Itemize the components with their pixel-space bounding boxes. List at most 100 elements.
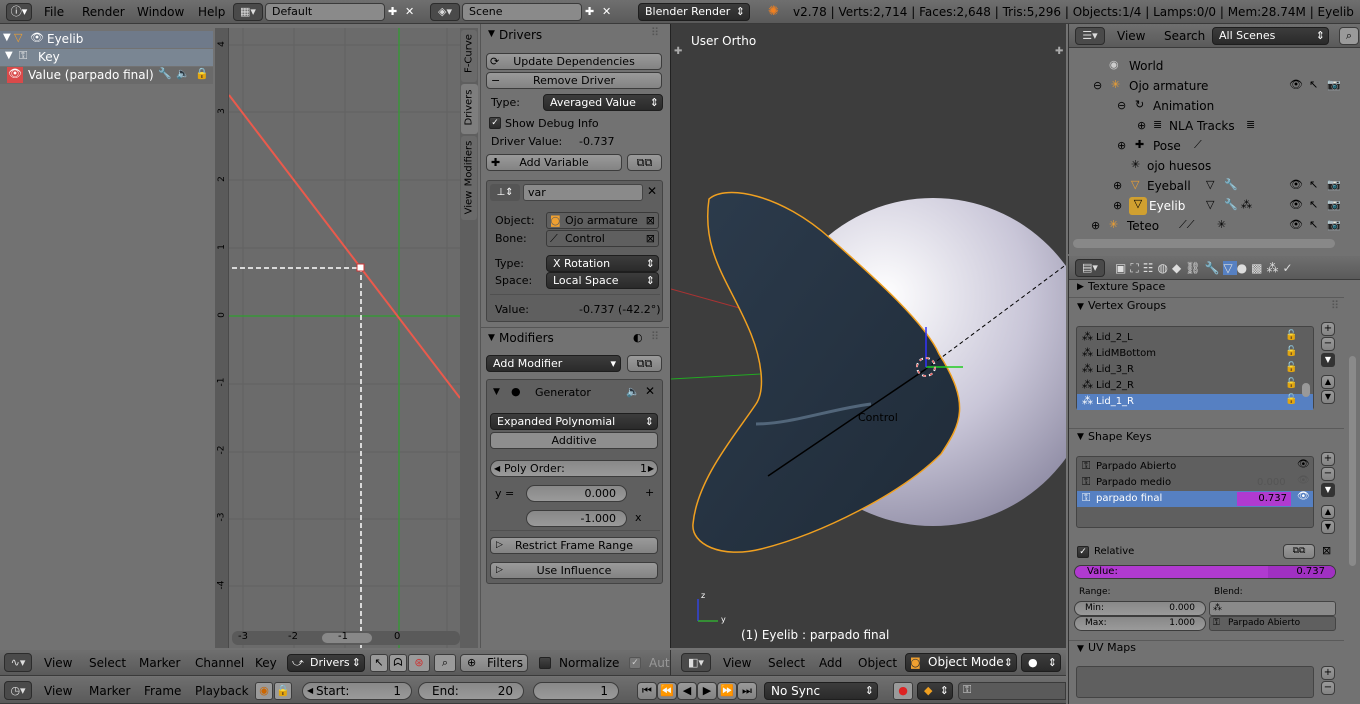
plus-corner-icon[interactable]: ✚ (674, 46, 682, 57)
list-item[interactable]: ⁂ Lid_3_R 🔓 (1077, 362, 1313, 378)
close-icon[interactable]: ✕ (647, 184, 657, 198)
driver-type-dropdown[interactable]: Averaged Value ⇕ (543, 94, 663, 111)
expand-icon[interactable]: ▼ (5, 50, 13, 61)
channel-value[interactable]: 👁 Value (parpado final) 🔧 🔈 🔒 (0, 67, 213, 84)
timeline-menu-view[interactable]: View (44, 684, 72, 698)
collapse-icon[interactable]: ▼ (1077, 432, 1084, 442)
visibility-eye-icon[interactable]: 👁 (7, 67, 23, 83)
mute-speaker-icon[interactable]: 🔈 (176, 67, 190, 80)
restrict-frame-range-button[interactable]: ▷ Restrict Frame Range (490, 537, 658, 554)
camera-icon[interactable]: 📷 (1327, 78, 1341, 91)
scene-icon[interactable]: ◈▾ (430, 3, 460, 21)
list-item-selected[interactable]: ⁂ Lid_1_R 🔓 (1077, 394, 1313, 410)
blend-shape-field[interactable]: ⚿ Parpado Abierto (1209, 616, 1336, 631)
eye-icon[interactable]: 👁 (1297, 459, 1310, 470)
mode-dropdown[interactable]: ◙ Object Mode ⇕ (905, 653, 1017, 672)
viewport-menu-add[interactable]: Add (819, 656, 842, 670)
outliner-row-selected[interactable]: ⊕ ▽ Eyelib ▽ 🔧 ⁂ 👁 ↖ 📷 (1069, 197, 1354, 217)
var-type-icon[interactable]: ⊥⇕ (490, 184, 520, 201)
shape-key-value-field[interactable]: 0.737 (1237, 492, 1291, 506)
prev-keyframe-icon[interactable]: ⏪ (657, 682, 677, 700)
jump-end-icon[interactable]: ⏭ (737, 682, 757, 700)
lock-icon[interactable]: 🔓 (1285, 394, 1297, 405)
outliner-row[interactable]: ⊕ ▽ Eyeball ▽ 🔧 👁 ↖ 📷 (1069, 177, 1354, 197)
viewport-scene[interactable]: z y (671, 24, 1066, 648)
graph-menu-select[interactable]: Select (89, 656, 126, 670)
list-item[interactable]: ⁂ Lid_2_L 🔓 (1077, 330, 1313, 346)
collapse-icon[interactable]: ▼ (493, 387, 500, 397)
plus-corner-icon[interactable]: ✚ (1055, 46, 1063, 57)
outliner-row[interactable]: ⊖ ↻ Animation (1069, 97, 1354, 117)
graph-editor-icon[interactable]: ∿▾ (4, 653, 32, 672)
expand-icon[interactable]: ▶ (1077, 282, 1084, 292)
render-icon[interactable]: ▣ (1115, 261, 1130, 275)
lock-icon[interactable]: 🔓 (1285, 346, 1297, 357)
driver-value-point[interactable] (356, 263, 365, 272)
move-down-button[interactable]: ▼ (1321, 520, 1335, 534)
camera-icon[interactable]: 📷 (1327, 178, 1341, 191)
blend-vgroup-field[interactable]: ⁂ (1209, 601, 1336, 616)
keying-set-dropdown[interactable]: ◆ ⇕ (917, 682, 953, 700)
viewport-3d[interactable]: z y User Ortho Control (1) Eyelib : parp… (670, 24, 1066, 648)
move-down-button[interactable]: ▼ (1321, 390, 1335, 404)
update-dependencies-button[interactable]: ⟳ Update Dependencies (486, 53, 662, 70)
list-item[interactable]: ⚿ Parpado Abierto 👁 (1077, 459, 1313, 475)
outliner-row[interactable]: ⊕ ✚ Pose ⟋ (1069, 137, 1354, 157)
expand-icon[interactable]: ⊕ (1091, 219, 1100, 232)
add-uv-button[interactable]: + (1321, 666, 1335, 680)
object-icon[interactable]: ◆ (1172, 261, 1185, 275)
shading-dropdown[interactable]: ● ⇕ (1021, 653, 1061, 672)
outliner-row[interactable]: ⊕ ✳ Teteo ⟋⟋ ✳ 👁 ↖ 📷 (1069, 217, 1354, 237)
close-icon[interactable]: ✕ (645, 384, 655, 398)
additive-toggle[interactable]: Additive (490, 432, 658, 449)
error-only-icon[interactable]: ⊛ (408, 654, 430, 672)
eye-icon[interactable]: 👁 (1289, 218, 1303, 231)
jump-start-icon[interactable]: ⏮ (637, 682, 657, 700)
list-item[interactable]: ⁂ LidMBottom 🔓 (1077, 346, 1313, 362)
expand-icon[interactable]: ⊕ (1113, 179, 1122, 192)
eye-icon[interactable]: 👁 (1297, 475, 1310, 486)
scene-icon[interactable]: ⛶ (1130, 261, 1142, 275)
cursor-icon[interactable]: ↖ (1309, 218, 1318, 231)
collapse-icon[interactable]: ▼ (1077, 302, 1084, 312)
info-editor-icon[interactable]: ⓘ▾ (6, 3, 32, 21)
relative-checkbox[interactable]: ✓ (1077, 546, 1089, 558)
auto-checkbox[interactable]: ✓ (629, 657, 641, 669)
remove-shape-key-button[interactable]: − (1321, 467, 1335, 481)
menu-window[interactable]: Window (137, 5, 184, 19)
graph-canvas[interactable] (215, 28, 460, 648)
eye-icon[interactable]: 👁 (1289, 178, 1303, 191)
add-variable-button[interactable]: ✚ Add Variable (486, 154, 622, 171)
world-icon[interactable]: ◍ (1158, 261, 1172, 275)
expand-icon[interactable]: ⊕ (1113, 199, 1122, 212)
lock-icon[interactable]: 🔓 (1285, 362, 1297, 373)
outliner-scrollbar[interactable] (1073, 239, 1335, 248)
remove-driver-button[interactable]: − Remove Driver (486, 72, 662, 89)
move-up-button[interactable]: ▲ (1321, 505, 1335, 519)
menu-file[interactable]: File (44, 5, 64, 19)
lock-icon[interactable]: 🔒 (274, 682, 292, 700)
remove-uv-button[interactable]: − (1321, 681, 1335, 695)
min-field[interactable]: Min: 0.000 (1074, 601, 1206, 616)
remove-vgroup-button[interactable]: − (1321, 337, 1335, 351)
graph-menu-marker[interactable]: Marker (139, 656, 180, 670)
channel-key[interactable]: ▼ ⚿ Key (0, 49, 213, 66)
grip-icon[interactable]: ⠿ (651, 330, 659, 343)
pin-buttons[interactable]: ⧉⧉ (1283, 544, 1315, 559)
tab-drivers[interactable]: Drivers (461, 84, 478, 134)
modifier-wrench-icon[interactable]: 🔧 (158, 67, 172, 80)
var-name-field[interactable]: var (523, 184, 643, 201)
collapse-icon[interactable]: ▼ (488, 29, 495, 39)
layout-field[interactable]: Default (265, 3, 385, 21)
space-dropdown[interactable]: Local Space ⇕ (546, 272, 659, 289)
viewport-menu-object[interactable]: Object (858, 656, 897, 670)
collapse-icon[interactable]: ▼ (488, 333, 495, 343)
eye-icon[interactable]: 👁 (30, 31, 44, 44)
collapse-icon[interactable]: ▼ (1077, 644, 1084, 654)
outliner-editor-icon[interactable]: ☰▾ (1075, 27, 1105, 45)
shape-value-slider[interactable]: Value: 0.737 (1074, 565, 1336, 579)
data-icon[interactable]: ▽ (1223, 261, 1237, 275)
collapse-icon[interactable]: ⊖ (1093, 79, 1102, 92)
search-icon[interactable]: ⌕ (1339, 27, 1359, 45)
scenes-dropdown[interactable]: All Scenes ⇕ (1212, 27, 1329, 45)
